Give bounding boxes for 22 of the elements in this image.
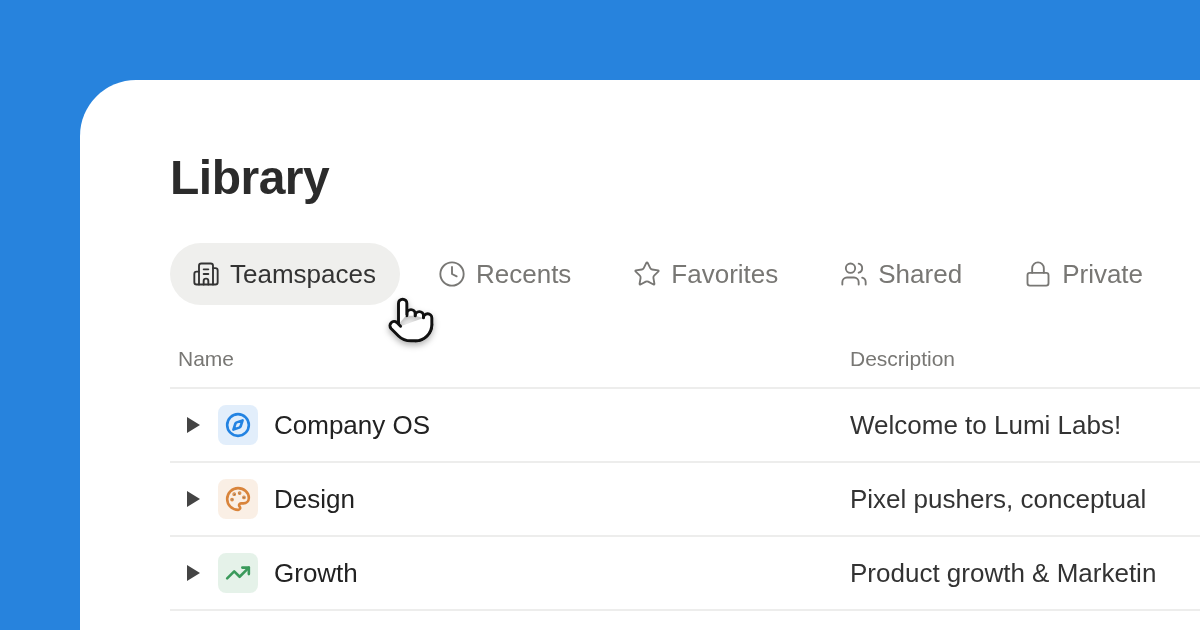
tab[interactable]: Recents (413, 243, 596, 305)
star-icon (633, 260, 662, 288)
building-icon (192, 260, 220, 288)
tab[interactable]: Shared (816, 243, 987, 305)
column-header: Name (177, 347, 236, 371)
tab[interactable]: Private (1000, 243, 1168, 305)
tab[interactable]: Favorites (609, 243, 803, 305)
table-cell-text: Product growth & Marketin (849, 557, 1158, 589)
teamspace-name[interactable]: Company OS (274, 409, 431, 441)
hand-cursor-icon (386, 295, 436, 345)
table-cell-text: Welcome to Lumi Labs! (849, 409, 1123, 441)
people-icon (840, 260, 869, 288)
teamspace-name[interactable]: Growth (274, 557, 358, 589)
tab[interactable]: Teamspaces (170, 243, 400, 305)
page-title: Library (170, 150, 331, 205)
column-header: Description (849, 347, 957, 371)
expand-caret-icon[interactable] (184, 564, 202, 582)
table-cell-text: Pixel pushers, conceptual (849, 483, 1148, 515)
expand-caret-icon[interactable] (184, 490, 202, 508)
teamspace-name[interactable]: Design (274, 483, 355, 515)
expand-caret-icon[interactable] (184, 416, 202, 434)
clock-icon (437, 260, 466, 288)
